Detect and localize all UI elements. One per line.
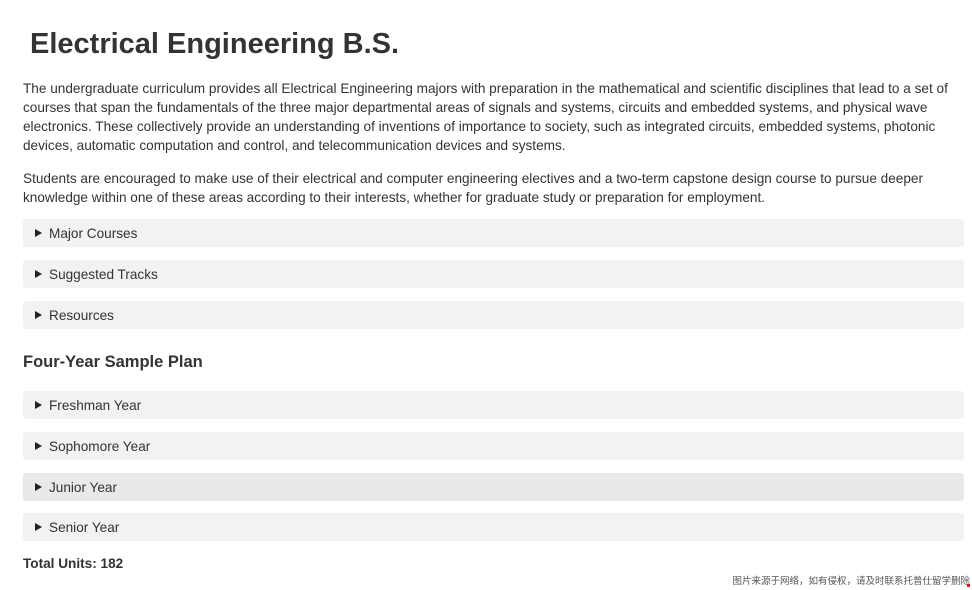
accordion-suggested-tracks[interactable]: Suggested Tracks xyxy=(23,260,964,288)
accordion-junior-year[interactable]: Junior Year xyxy=(23,473,964,501)
accordion-label: Resources xyxy=(49,307,114,323)
accordion-resources[interactable]: Resources xyxy=(23,301,964,329)
triangle-right-icon xyxy=(35,523,42,531)
triangle-right-icon xyxy=(35,442,42,450)
accordion-label: Senior Year xyxy=(49,519,120,535)
triangle-right-icon xyxy=(35,229,42,237)
triangle-right-icon xyxy=(35,483,42,491)
accordion-label: Junior Year xyxy=(49,479,118,495)
accordion-label: Suggested Tracks xyxy=(49,266,158,282)
accordion-label: Sophomore Year xyxy=(49,438,151,454)
triangle-right-icon xyxy=(35,270,42,278)
page: Electrical Engineering B.S. The undergra… xyxy=(0,0,972,590)
accordion-major-courses[interactable]: Major Courses xyxy=(23,219,964,247)
accordion-label: Freshman Year xyxy=(49,397,142,413)
intro-paragraph-2: Students are encouraged to make use of t… xyxy=(23,171,923,205)
total-units: Total Units: 182 xyxy=(23,556,124,571)
page-title: Electrical Engineering B.S. xyxy=(30,28,400,60)
intro-paragraph-1: The undergraduate curriculum provides al… xyxy=(23,81,948,153)
accordion-freshman-year[interactable]: Freshman Year xyxy=(23,391,964,419)
watermark-text: 图片来源于网络，如有侵权，请及时联系托普仕留学删除 xyxy=(732,576,970,587)
triangle-right-icon xyxy=(35,401,42,409)
accordion-senior-year[interactable]: Senior Year xyxy=(23,513,964,541)
accordion-sophomore-year[interactable]: Sophomore Year xyxy=(23,432,964,460)
sample-plan-heading: Four-Year Sample Plan xyxy=(23,353,203,371)
accordion-label: Major Courses xyxy=(49,225,138,241)
triangle-right-icon xyxy=(35,311,42,319)
corner-mark xyxy=(967,584,970,587)
